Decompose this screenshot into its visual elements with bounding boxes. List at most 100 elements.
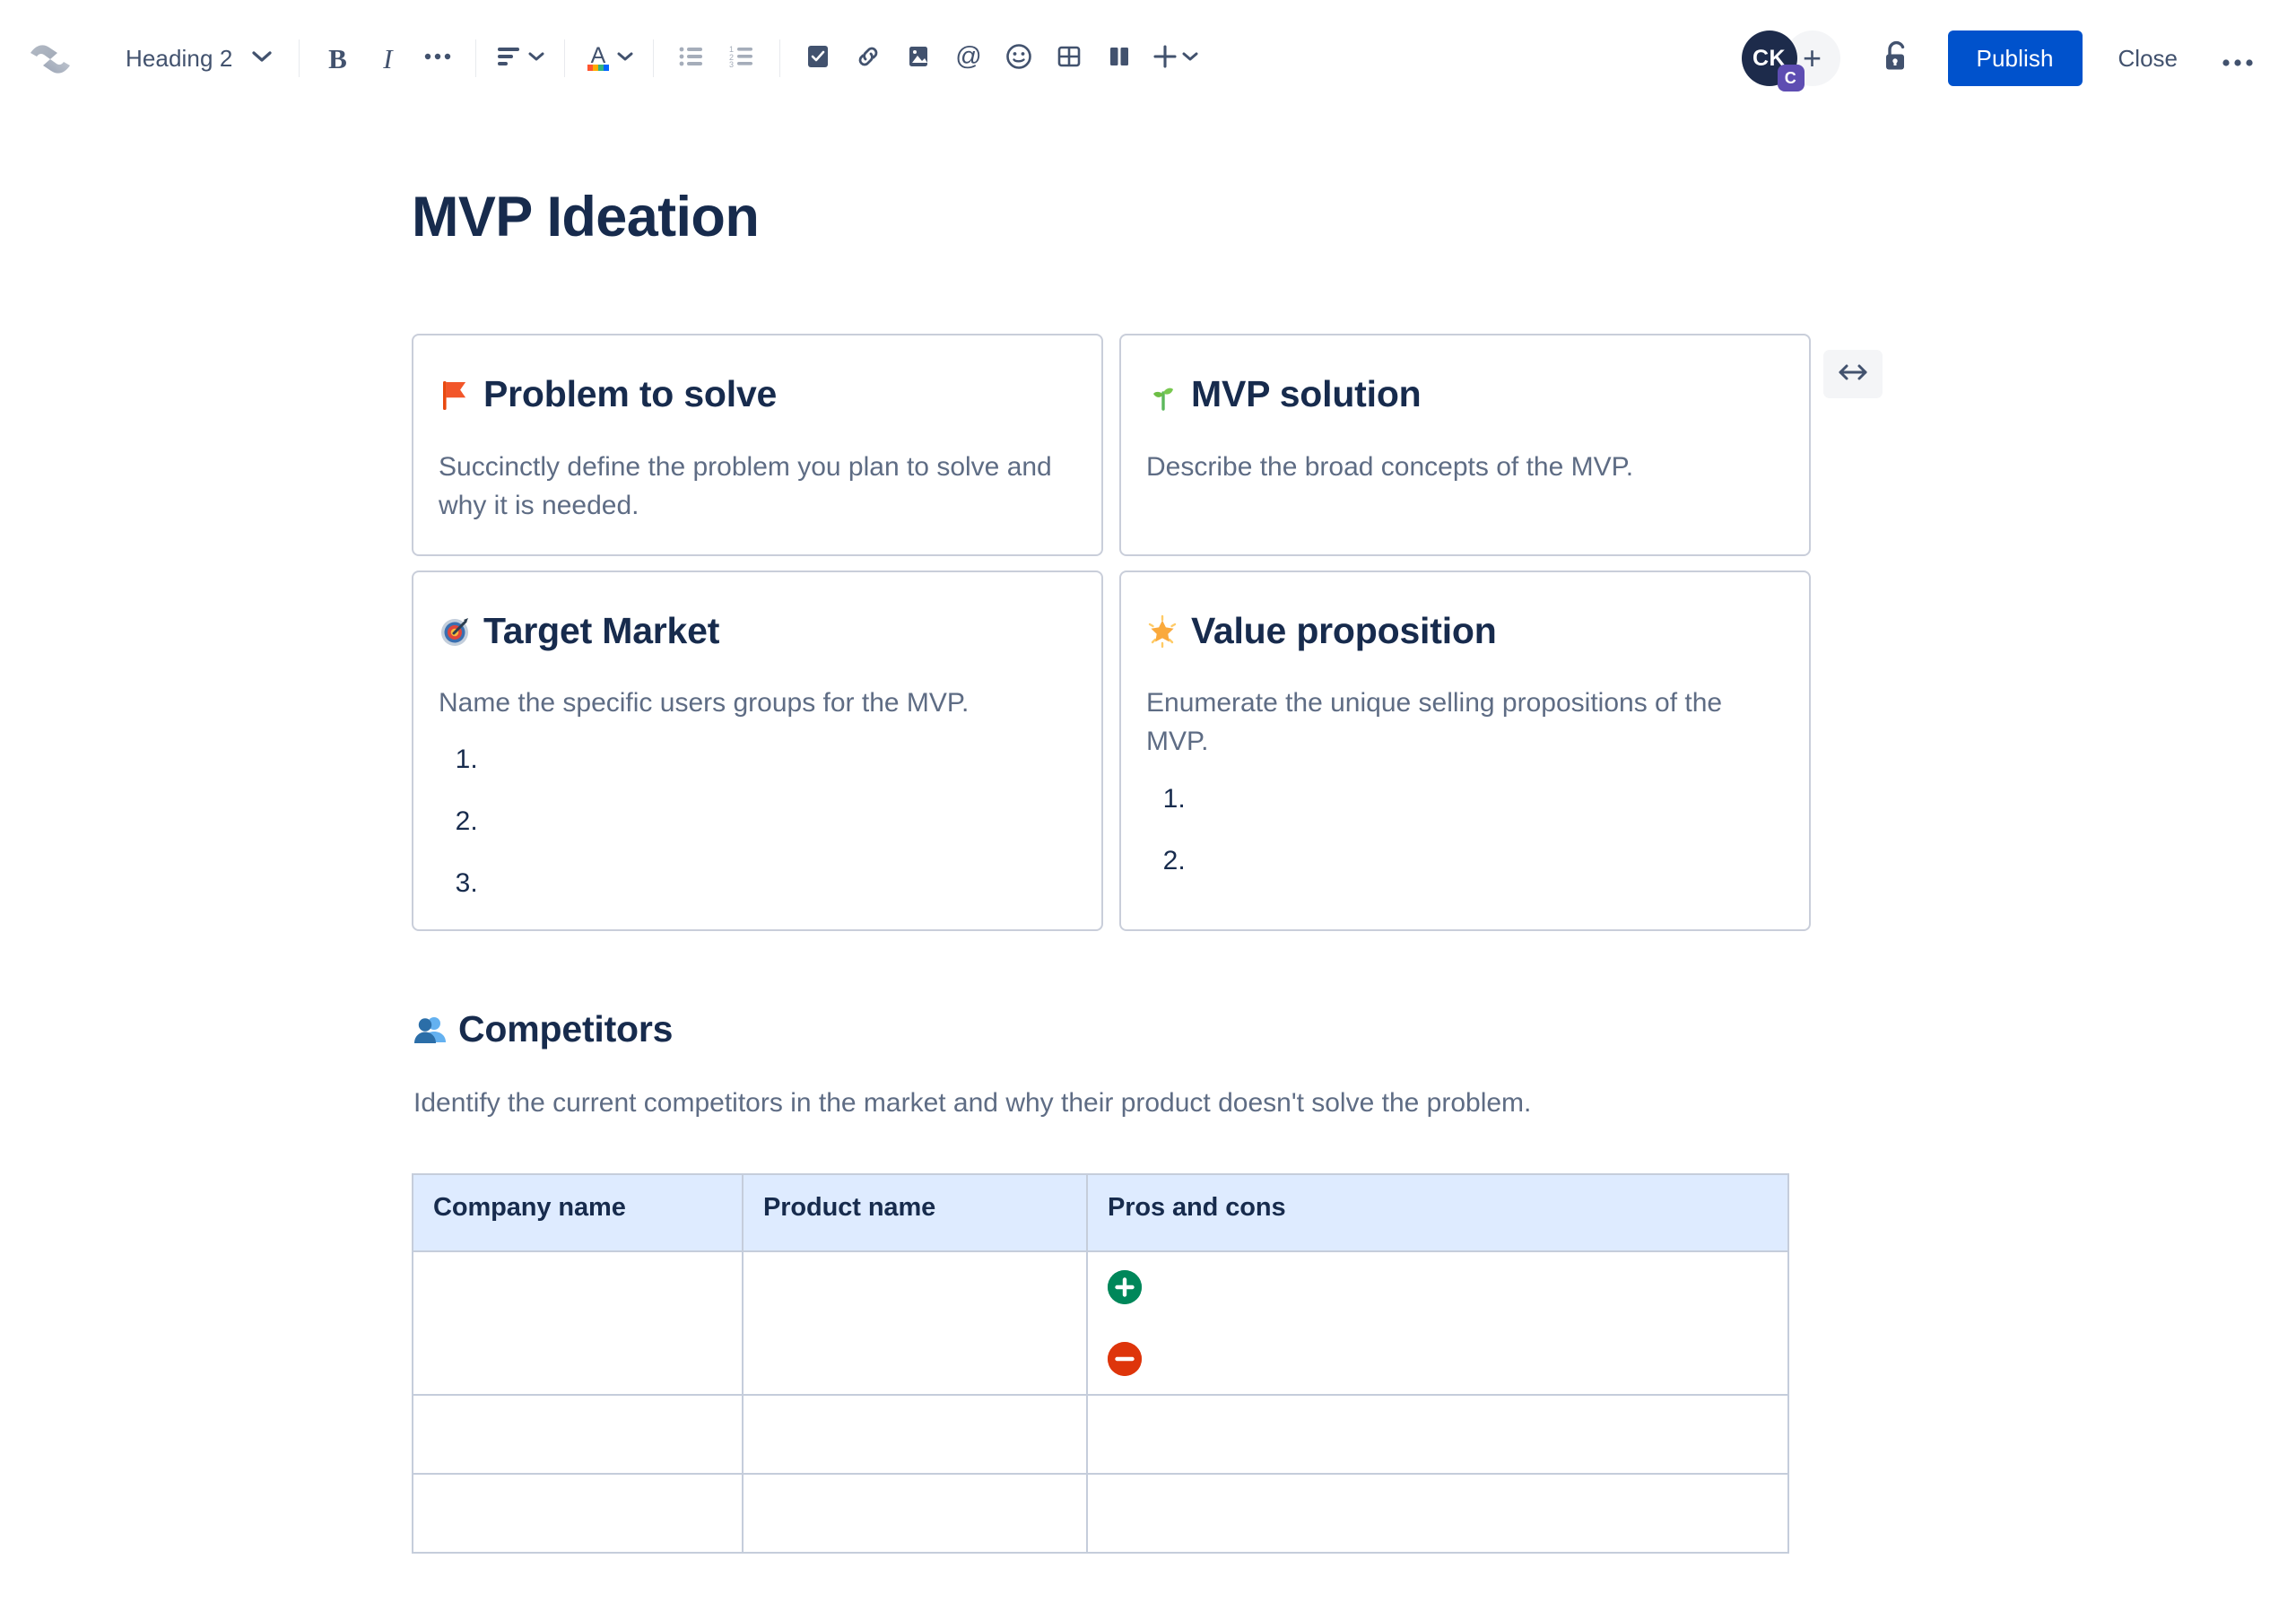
avatar[interactable]: CK C: [1742, 30, 1797, 86]
glowing-star-icon: [1146, 614, 1180, 648]
card-value-proposition[interactable]: Value proposition Enumerate the unique s…: [1119, 570, 1811, 932]
editor-toolbar: Heading 2 B I: [0, 0, 2296, 118]
cell-pros-and-cons[interactable]: [1087, 1474, 1788, 1553]
card-body: Enumerate the unique selling proposition…: [1146, 684, 1784, 762]
text-color-icon: A: [585, 41, 612, 76]
bold-button[interactable]: B: [312, 33, 362, 83]
seedling-icon: [1146, 378, 1180, 412]
toolbar-divider: [564, 39, 565, 77]
bullet-list-icon: [678, 45, 705, 73]
restrictions-button[interactable]: [1871, 32, 1923, 84]
card-title: Value proposition: [1146, 608, 1784, 654]
ordered-list[interactable]: [1146, 781, 1784, 878]
list-item[interactable]: [1193, 781, 1784, 816]
insert-more-button[interactable]: [1144, 33, 1205, 83]
card-title: MVP solution: [1146, 371, 1784, 417]
plus-icon: [1152, 43, 1178, 74]
minus-badge-icon: [1108, 1342, 1142, 1376]
cell-company-name[interactable]: [413, 1395, 743, 1474]
list-item[interactable]: [485, 866, 1076, 901]
collaborators: CK C +: [1742, 30, 1840, 86]
column-header-company-name[interactable]: Company name: [413, 1174, 743, 1251]
table-button[interactable]: [1044, 33, 1094, 83]
horizontal-resize-icon: [1836, 362, 1870, 387]
competitors-table[interactable]: Company name Product name Pros and cons: [412, 1173, 1789, 1554]
cell-pros-and-cons[interactable]: [1087, 1251, 1788, 1395]
toolbar-divider: [779, 39, 780, 77]
layout-button[interactable]: [1094, 33, 1144, 83]
more-options-button[interactable]: [2212, 32, 2264, 84]
text-align-button[interactable]: [489, 33, 552, 83]
toolbar-divider: [653, 39, 654, 77]
card-body: Succinctly define the problem you plan t…: [439, 448, 1076, 526]
cell-product-name[interactable]: [743, 1251, 1087, 1395]
numbered-list-button[interactable]: 1 2 3: [717, 33, 767, 83]
toolbar-format-group: B I: [312, 33, 463, 83]
cell-company-name[interactable]: [413, 1251, 743, 1395]
bullet-list-button[interactable]: [666, 33, 717, 83]
bold-icon: B: [328, 45, 347, 73]
numbered-list-icon: 1 2 3: [728, 45, 755, 73]
card-title-text: Target Market: [483, 608, 719, 654]
cell-product-name[interactable]: [743, 1474, 1087, 1553]
chevron-down-icon: [1178, 50, 1198, 66]
cell-product-name[interactable]: [743, 1395, 1087, 1474]
avatar-product-badge: C: [1778, 65, 1805, 91]
table-row[interactable]: [413, 1474, 1788, 1553]
list-item[interactable]: [485, 742, 1076, 777]
link-button[interactable]: [843, 33, 893, 83]
card-target-market[interactable]: Target Market Name the specific users gr…: [412, 570, 1103, 932]
image-button[interactable]: [893, 33, 944, 83]
unlock-icon: [1882, 39, 1912, 78]
more-formatting-button[interactable]: [413, 33, 463, 83]
toolbar-right-group: CK C + Publish Close: [1742, 30, 2296, 86]
italic-button[interactable]: I: [362, 33, 413, 83]
card-title: Problem to solve: [439, 371, 1076, 417]
direct-hit-icon: [439, 614, 473, 648]
busts-in-silhouette-icon: [413, 1013, 448, 1047]
card-mvp-solution[interactable]: MVP solution Describe the broad concepts…: [1119, 334, 1811, 555]
layout-resize-handle[interactable]: [1823, 350, 1883, 398]
italic-icon: I: [383, 45, 392, 73]
text-color-button[interactable]: A: [578, 33, 640, 83]
document-area: MVP Ideation Problem to solve Succinctly: [0, 118, 2296, 1554]
svg-text:@: @: [956, 42, 982, 71]
emoji-icon: [1005, 43, 1032, 74]
chevron-down-icon: [523, 50, 544, 66]
emoji-button[interactable]: [994, 33, 1044, 83]
table-row[interactable]: [413, 1251, 1788, 1395]
task-list-button[interactable]: [793, 33, 843, 83]
close-button[interactable]: Close: [2095, 30, 2201, 86]
chevron-down-icon: [252, 50, 272, 67]
plus-icon: +: [1803, 39, 1822, 77]
plus-badge-icon: [1108, 1270, 1142, 1304]
text-style-label: Heading 2: [126, 45, 232, 73]
triangular-flag-icon: [439, 378, 473, 412]
confluence-logo-icon[interactable]: [22, 30, 79, 87]
checkbox-icon: [805, 44, 831, 74]
image-icon: [906, 44, 931, 74]
column-header-pros-and-cons[interactable]: Pros and cons: [1087, 1174, 1788, 1251]
card-body: Describe the broad concepts of the MVP.: [1146, 448, 1784, 487]
toolbar-insert-group: @: [793, 33, 1205, 83]
cell-company-name[interactable]: [413, 1474, 743, 1553]
table-row[interactable]: [413, 1395, 1788, 1474]
publish-button[interactable]: Publish: [1948, 30, 2083, 86]
text-style-dropdown[interactable]: Heading 2: [108, 33, 286, 83]
link-icon: [855, 44, 882, 74]
layout-row-2: Target Market Name the specific users gr…: [412, 570, 1811, 932]
mention-button[interactable]: @: [944, 33, 994, 83]
cell-pros-and-cons[interactable]: [1087, 1395, 1788, 1474]
table-icon: [1057, 44, 1082, 74]
list-item[interactable]: [1193, 843, 1784, 878]
page-title[interactable]: MVP Ideation: [412, 187, 1811, 248]
toolbar-left-group: Heading 2 B I: [79, 33, 1205, 83]
card-problem-to-solve[interactable]: Problem to solve Succinctly define the p…: [412, 334, 1103, 555]
list-item[interactable]: [485, 804, 1076, 839]
ellipsis-icon: [423, 50, 452, 66]
text-align-icon: [496, 45, 523, 73]
layout-columns-icon: [1107, 44, 1132, 74]
toolbar-divider: [299, 39, 300, 77]
ordered-list[interactable]: [439, 742, 1076, 901]
column-header-product-name[interactable]: Product name: [743, 1174, 1087, 1251]
